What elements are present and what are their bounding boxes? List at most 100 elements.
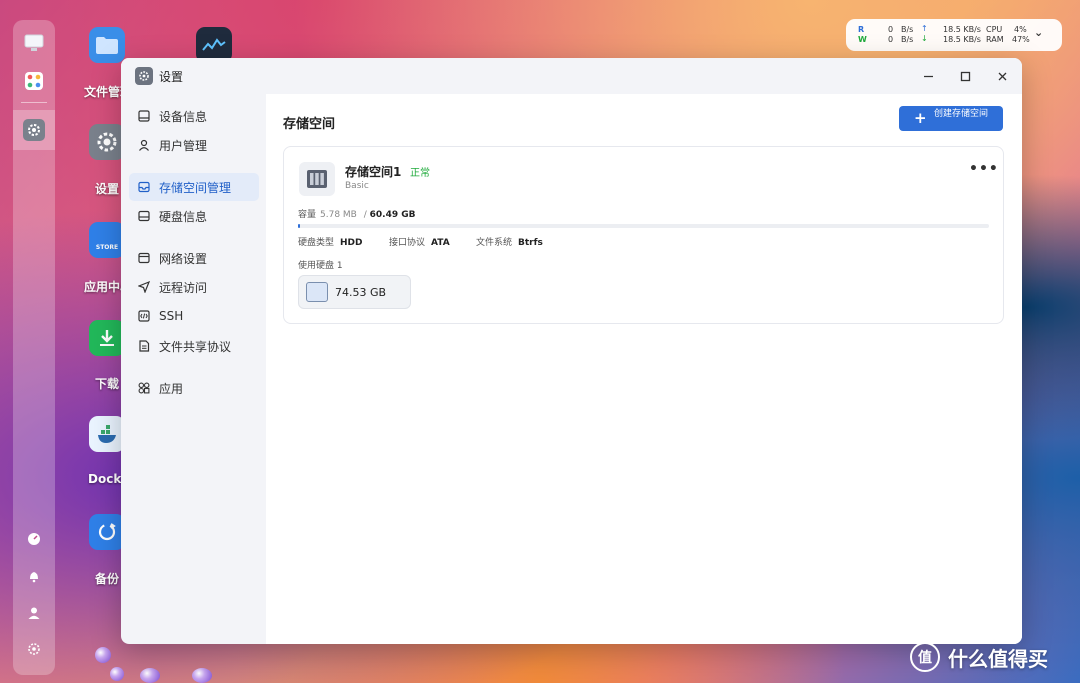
backup-label: 备份: [95, 572, 120, 586]
capacity-progress-bar: [298, 224, 989, 228]
user-avatar-icon[interactable]: [23, 602, 45, 624]
disks-used-label: 使用硬盘 1: [298, 261, 343, 271]
power-icon[interactable]: [23, 638, 45, 660]
sidebar-item-label: SSH: [159, 309, 184, 323]
upload-speed: 18.5 KB/s: [943, 25, 981, 34]
sidebar-item-apps[interactable]: 应用: [129, 374, 259, 402]
interface-field: 接口协议 ATA: [389, 235, 450, 248]
sidebar-item-ssh[interactable]: SSH: [129, 302, 259, 330]
sidebar-item-file-sharing[interactable]: 文件共享协议: [129, 332, 259, 360]
capacity-label: 容量: [298, 210, 317, 220]
launchpad-icon[interactable]: [23, 70, 45, 92]
decorative-bubble: [95, 647, 111, 663]
sidebar-item-user-management[interactable]: 用户管理: [129, 131, 259, 159]
sidebar-item-label: 硬盘信息: [159, 209, 208, 224]
sidebar-item-storage-management[interactable]: 存储空间管理: [129, 173, 259, 201]
expand-chevron-icon[interactable]: ⌄: [1034, 26, 1043, 39]
capacity-total: 60.49 GB: [369, 210, 416, 220]
ram-label: RAM: [986, 35, 1004, 44]
hard-disk-icon: [306, 282, 328, 302]
capacity-used: 5.78 MB: [320, 210, 357, 220]
minimize-button[interactable]: [918, 66, 938, 86]
speed-icon[interactable]: [23, 528, 45, 550]
interface-value: ATA: [431, 238, 450, 248]
download-app-icon[interactable]: [89, 320, 125, 356]
app-center-store-icon[interactable]: STORE: [89, 222, 125, 258]
disk-type-label: 硬盘类型: [298, 238, 335, 248]
sidebar-item-label: 存储空间管理: [159, 180, 232, 195]
network-icon: [137, 251, 151, 265]
download-arrow-icon: ↓: [921, 34, 928, 43]
create-storage-button[interactable]: + 创建存储空间: [899, 106, 1003, 131]
sidebar-item-disk-info[interactable]: 硬盘信息: [129, 202, 259, 230]
plus-icon: +: [914, 109, 927, 127]
disk-icon: [137, 209, 151, 223]
close-button[interactable]: [992, 66, 1012, 86]
disk-size: 74.53 GB: [335, 286, 387, 299]
sidebar-item-label: 设备信息: [159, 109, 208, 124]
system-monitor-widget[interactable]: R W 0 0 B/s B/s ↑ ↓ 18.5 KB/s 18.5 KB/s …: [846, 19, 1062, 51]
window-titlebar[interactable]: 设置: [121, 58, 1022, 94]
download-speed: 18.5 KB/s: [943, 35, 981, 44]
backup-app-icon[interactable]: [89, 514, 125, 550]
sidebar-item-network-settings[interactable]: 网络设置: [129, 244, 259, 272]
settings-gear-icon[interactable]: [23, 119, 45, 141]
left-dock: [13, 20, 55, 675]
pool-raid-type: Basic: [345, 181, 369, 191]
decorative-bubble: [110, 667, 124, 681]
window-title: 设置: [159, 70, 184, 84]
filesystem-field: 文件系统 Btrfs: [476, 235, 543, 248]
filesystem-value: Btrfs: [518, 238, 543, 248]
read-unit: B/s: [901, 25, 914, 34]
bell-icon[interactable]: [23, 565, 45, 587]
read-label: R: [858, 25, 865, 34]
write-speed: 0: [888, 35, 894, 44]
watermark-text: 什么值得买: [948, 647, 1048, 671]
sidebar-item-label: 网络设置: [159, 251, 208, 266]
capacity-row: 容量 5.78 MB / 60.49 GB: [298, 207, 416, 220]
settings-sidebar: 设备信息 用户管理 存储空间管理 硬盘信息 网络设置 远程访问 SSH 文件共享…: [121, 94, 266, 644]
more-options-icon[interactable]: •••: [969, 161, 999, 177]
sidebar-item-label: 远程访问: [159, 280, 208, 295]
device-icon: [137, 109, 151, 123]
write-label: W: [858, 35, 867, 44]
create-storage-label: 创建存储空间: [933, 109, 988, 119]
disk-type-value: HDD: [340, 238, 363, 248]
decorative-bubble: [192, 668, 212, 683]
capacity-separator: /: [363, 210, 367, 220]
cpu-label: CPU: [986, 25, 1003, 34]
page-title: 存储空间: [283, 117, 336, 132]
apps-icon: [137, 381, 151, 395]
desktop-icon[interactable]: [23, 32, 45, 54]
ram-value: 47%: [1012, 35, 1030, 44]
maximize-button[interactable]: [955, 66, 975, 86]
storage-pool-card[interactable]: 存储空间1 正常 Basic ••• 容量 5.78 MB / 60.49 GB …: [283, 146, 1004, 324]
pool-name: 存储空间1: [345, 165, 402, 179]
settings-window: 设置 设备信息 用户管理 存储空间管理 硬盘信息 网络设置 远程访问 SSH 文…: [121, 58, 1022, 644]
disk-type-field: 硬盘类型 HDD: [298, 235, 363, 248]
file-manager-app-icon[interactable]: [89, 27, 125, 63]
capacity-progress-fill: [298, 224, 300, 228]
decorative-bubble: [140, 668, 160, 683]
read-speed: 0: [888, 25, 894, 34]
settings-window-icon: [135, 67, 153, 85]
sidebar-item-label: 用户管理: [159, 138, 208, 153]
docker-app-icon[interactable]: [89, 416, 125, 452]
user-icon: [137, 138, 151, 152]
sidebar-item-device-info[interactable]: 设备信息: [129, 102, 259, 130]
pool-status-badge: 正常: [410, 168, 430, 179]
settings-app-icon[interactable]: [89, 124, 125, 160]
storage-icon: [137, 180, 151, 194]
store-badge: STORE: [95, 243, 119, 251]
sidebar-item-label: 应用: [159, 381, 184, 396]
disk-chip[interactable]: 74.53 GB: [298, 275, 411, 309]
remote-icon: [137, 280, 151, 294]
watermark-logo: 值: [910, 642, 940, 672]
settings-label: 设置: [95, 182, 120, 196]
write-unit: B/s: [901, 35, 914, 44]
upload-arrow-icon: ↑: [921, 24, 928, 33]
sidebar-item-label: 文件共享协议: [159, 339, 232, 354]
cpu-value: 4%: [1014, 25, 1027, 34]
sidebar-item-remote-access[interactable]: 远程访问: [129, 273, 259, 301]
dock-divider: [21, 102, 47, 103]
